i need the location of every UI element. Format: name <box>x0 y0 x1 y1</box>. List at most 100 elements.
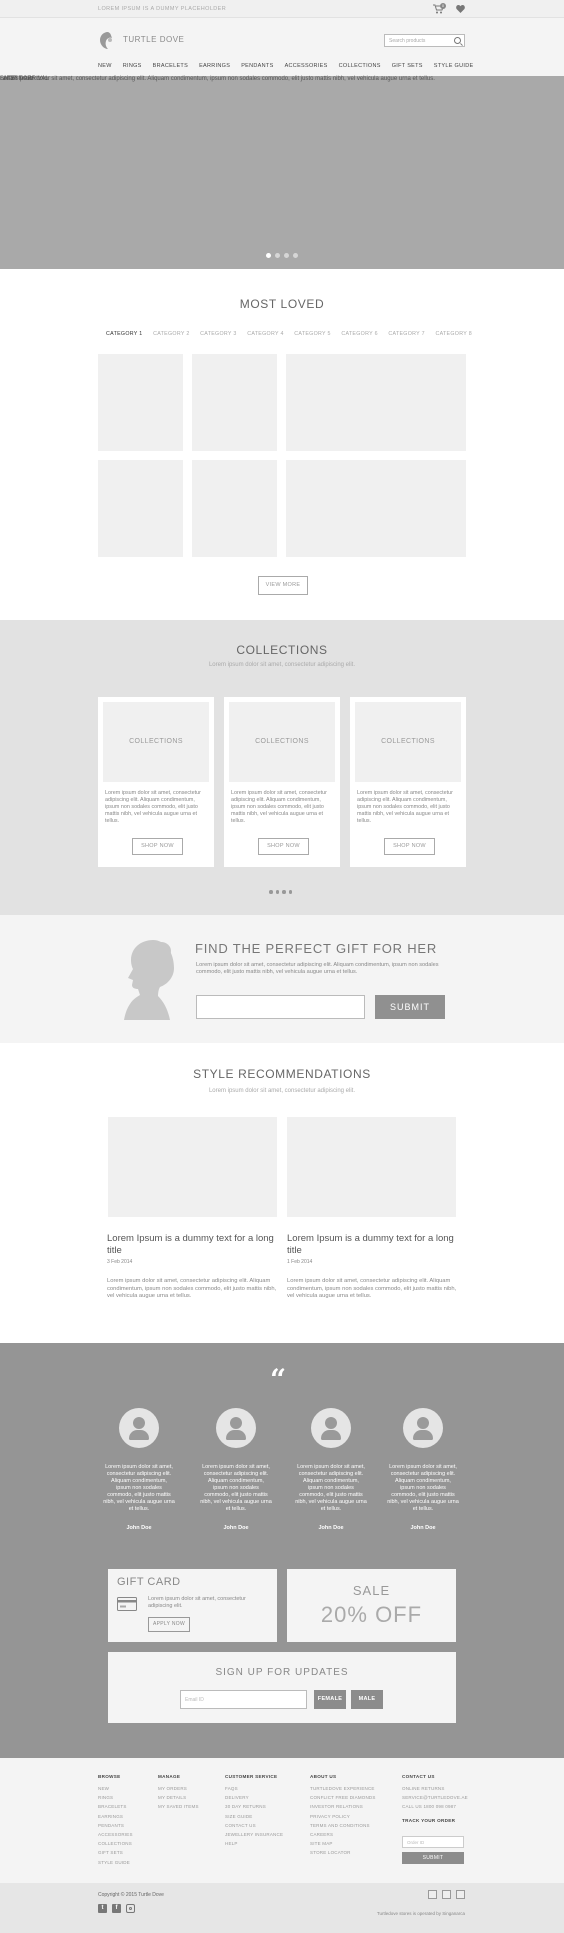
footer-link[interactable]: JEWELLERY INSURANCE <box>225 1830 283 1839</box>
tab-category-8[interactable]: CATEGORY 8 <box>435 331 472 337</box>
copyright-text: Copyright © 2015 Turtle Dove <box>98 1892 164 1898</box>
tab-category-1[interactable]: CATEGORY 1 <box>106 331 143 337</box>
footer-link[interactable]: PRIVACY POLICY <box>310 1812 376 1821</box>
footer-link[interactable]: INVESTOR RELATIONS <box>310 1802 376 1811</box>
post-title[interactable]: Lorem Ipsum is a dummy text for a long t… <box>287 1233 457 1257</box>
carousel-dot[interactable] <box>275 253 280 258</box>
collection-image-label[interactable]: COLLECTIONS <box>103 702 209 782</box>
product-tile[interactable] <box>192 354 277 451</box>
carousel-dot[interactable] <box>275 890 279 894</box>
avatar-icon <box>403 1408 443 1448</box>
track-submit-button[interactable]: SUBMIT <box>402 1852 464 1864</box>
nav-item-accessories[interactable]: ACCESSORIES <box>285 63 328 69</box>
product-tile[interactable] <box>286 354 466 451</box>
email-field[interactable]: Email ID <box>180 1690 307 1709</box>
carousel-dot[interactable] <box>284 253 289 258</box>
collection-text: Lorem ipsum dolor sit amet, consectetur … <box>105 790 201 824</box>
footer-link[interactable]: MY ORDERS <box>158 1784 199 1793</box>
tab-category-2[interactable]: CATEGORY 2 <box>153 331 190 337</box>
footer-link[interactable]: BRACELETS <box>98 1802 133 1811</box>
tab-category-5[interactable]: CATEGORY 5 <box>294 331 331 337</box>
footer-link[interactable]: TURTLEDOVE EXPERIENCE <box>310 1784 376 1793</box>
product-tile[interactable] <box>192 460 277 557</box>
footer-link[interactable]: PENDANTS <box>98 1821 133 1830</box>
facebook-icon[interactable]: f <box>112 1904 121 1913</box>
product-tile[interactable] <box>98 460 183 557</box>
search-icon[interactable] <box>454 37 461 44</box>
footer-link[interactable]: SITE MAP <box>310 1839 376 1848</box>
footer-link[interactable]: HELP <box>225 1839 283 1848</box>
nav-item-pendants[interactable]: PENDANTS <box>241 63 273 69</box>
footer-link[interactable]: ONLINE RETURNS <box>402 1784 468 1793</box>
collection-image-label[interactable]: COLLECTIONS <box>355 702 461 782</box>
footer-link[interactable]: COLLECTIONS <box>98 1839 133 1848</box>
instagram-icon[interactable] <box>126 1904 135 1913</box>
footer-link[interactable]: DELIVERY <box>225 1793 283 1802</box>
footer-link[interactable]: MY SAVED ITEMS <box>158 1802 199 1811</box>
footer-heading: ABOUT US <box>310 1774 337 1779</box>
view-more-button[interactable]: VIEW MORE <box>258 576 308 595</box>
heart-icon[interactable] <box>456 5 465 15</box>
post-image[interactable] <box>108 1117 277 1217</box>
tab-category-7[interactable]: CATEGORY 7 <box>388 331 425 337</box>
footer-link[interactable]: NEW <box>98 1784 133 1793</box>
nav-item-rings[interactable]: RINGS <box>123 63 142 69</box>
footer-link[interactable]: CAREERS <box>310 1830 376 1839</box>
footer-heading: CONTACT US <box>402 1774 435 1779</box>
carousel-dot[interactable] <box>282 890 286 894</box>
male-button[interactable]: MALE <box>351 1690 383 1709</box>
brand-name[interactable]: TURTLE DOVE <box>123 35 184 44</box>
product-tile[interactable] <box>98 354 183 451</box>
carousel-dot[interactable] <box>288 890 292 894</box>
footer-link[interactable]: 30 DAY RETURNS <box>225 1802 283 1811</box>
footer-link[interactable]: TERMS AND CONDITIONS <box>310 1821 376 1830</box>
collections-carousel-dots <box>269 890 292 894</box>
product-tile[interactable] <box>286 460 466 557</box>
gift-submit-button[interactable]: SUBMIT <box>375 995 445 1019</box>
footer-link[interactable]: STORE LOCATOR <box>310 1848 376 1857</box>
footer-link[interactable]: CALL US 1800 098 0987 <box>402 1802 468 1811</box>
collection-shop-now-button[interactable]: SHOP NOW <box>132 838 183 855</box>
footer-link[interactable]: MY DETAILS <box>158 1793 199 1802</box>
testimonial-text: Lorem ipsum dolor sit amet, consectetur … <box>200 1464 272 1512</box>
order-id-field[interactable]: Order ID <box>402 1836 464 1848</box>
nav-item-gift-sets[interactable]: GIFT SETS <box>392 63 423 69</box>
footer-link[interactable]: STYLE GUIDE <box>98 1858 133 1867</box>
post-image[interactable] <box>287 1117 456 1217</box>
carousel-dot[interactable] <box>269 890 273 894</box>
apply-now-button[interactable]: APPLY NOW <box>148 1617 190 1632</box>
footer-link[interactable]: EARRINGS <box>98 1812 133 1821</box>
testimonial-text: Lorem ipsum dolor sit amet, consectetur … <box>295 1464 367 1512</box>
female-button[interactable]: FEMALE <box>314 1690 346 1709</box>
tab-category-3[interactable]: CATEGORY 3 <box>200 331 237 337</box>
avatar-icon <box>216 1408 256 1448</box>
nav-item-new[interactable]: NEW <box>98 63 112 69</box>
collection-shop-now-button[interactable]: SHOP NOW <box>258 838 309 855</box>
tab-category-6[interactable]: CATEGORY 6 <box>341 331 378 337</box>
footer-link[interactable]: RINGS <box>98 1793 133 1802</box>
footer-link[interactable]: ACCESSORIES <box>98 1830 133 1839</box>
post-title[interactable]: Lorem Ipsum is a dummy text for a long t… <box>107 1233 277 1257</box>
nav-item-style-guide[interactable]: STYLE GUIDE <box>434 63 474 69</box>
nav-item-collections[interactable]: COLLECTIONS <box>339 63 381 69</box>
footer-link[interactable]: CONFLICT FREE DIAMONDS <box>310 1793 376 1802</box>
footer-link[interactable]: FAQS <box>225 1784 283 1793</box>
footer-link[interactable]: CONTACT US <box>225 1821 283 1830</box>
collection-shop-now-button[interactable]: SHOP NOW <box>384 838 435 855</box>
footer-link[interactable]: SIZE GUIDE <box>225 1812 283 1821</box>
collection-image-label[interactable]: COLLECTIONS <box>229 702 335 782</box>
twitter-icon[interactable]: t <box>98 1904 107 1913</box>
nav-item-bracelets[interactable]: BRACELETS <box>153 63 188 69</box>
footer-link[interactable]: GIFT SETS <box>98 1848 133 1857</box>
collections-title: COLLECTIONS <box>236 643 328 657</box>
carousel-dot[interactable] <box>266 253 271 258</box>
nav-item-earrings[interactable]: EARRINGS <box>199 63 230 69</box>
testimonial-text: Lorem ipsum dolor sit amet, consectetur … <box>103 1464 175 1512</box>
tab-category-4[interactable]: CATEGORY 4 <box>247 331 284 337</box>
hero-shop-now-button[interactable]: SHOP NOW <box>0 76 564 269</box>
gift-input[interactable] <box>196 995 365 1019</box>
carousel-dot[interactable] <box>293 253 298 258</box>
logo-icon[interactable] <box>98 31 117 52</box>
footer-link[interactable]: SERVICE@TURTLEDOVE.AE <box>402 1793 468 1802</box>
search-input[interactable]: Search products <box>384 34 465 47</box>
